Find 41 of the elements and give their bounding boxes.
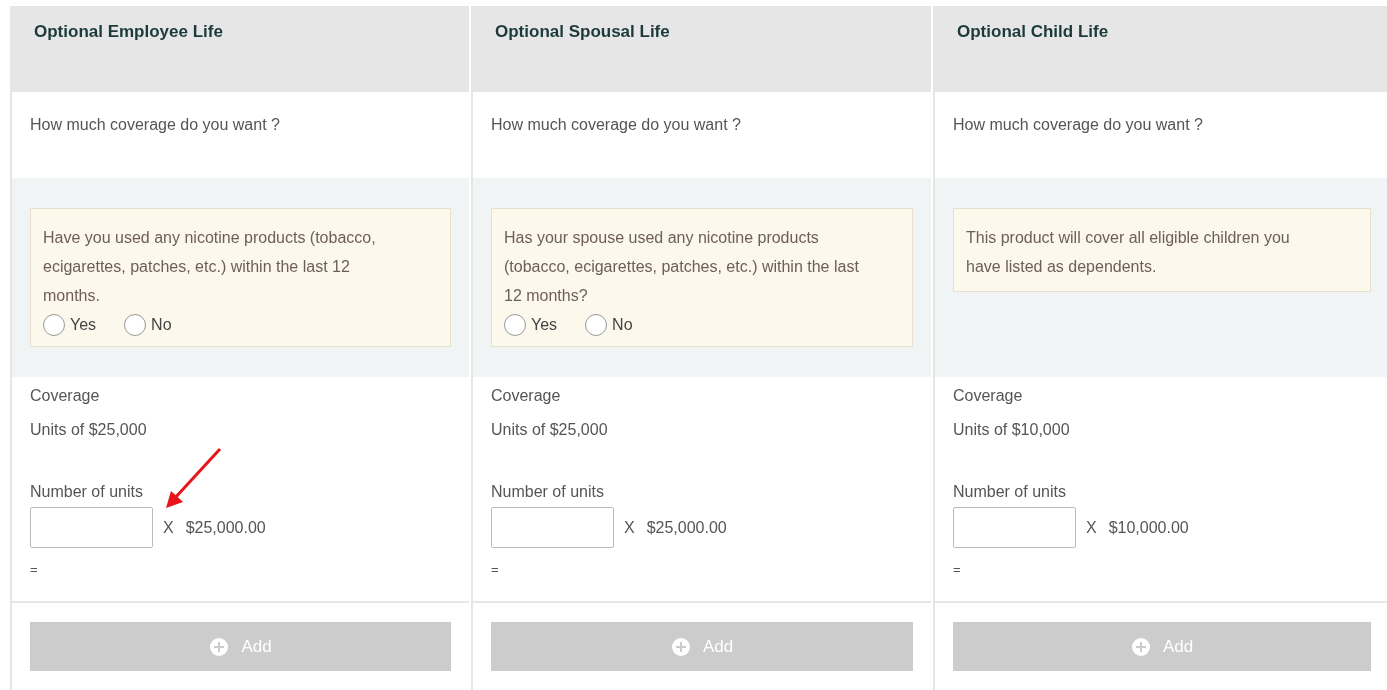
question-text: How much coverage do you want ? <box>30 116 280 133</box>
radio-option[interactable]: No <box>585 314 633 336</box>
question-text: How much coverage do you want ? <box>491 116 741 133</box>
notice-text: Has your spouse used any nicotine products (tobacco, ecigarettes, patches, etc.) within the last 12 months? <box>504 228 860 306</box>
notice-text: Have you used any nicotine products (tobacco, ecigarettes, patches, etc.) within the last 12 months. <box>43 228 377 306</box>
radio-button[interactable] <box>124 314 147 336</box>
units-input[interactable] <box>491 507 614 548</box>
coverage-label: Coverage <box>953 387 1023 405</box>
question-text: How much coverage do you want ? <box>953 116 1203 133</box>
plus-circle-icon <box>1130 636 1151 657</box>
field-label: Number of units <box>953 483 1066 501</box>
column-title: Optional Employee Life <box>34 22 223 41</box>
unit-amount: $25,000.00 <box>185 518 266 537</box>
field-label: Number of units <box>30 483 143 501</box>
equals-sign: = <box>491 562 499 577</box>
multiply-sign: X <box>163 518 174 537</box>
radio-option[interactable]: No <box>124 314 172 336</box>
equals-sign: = <box>30 562 38 577</box>
units-label: Units of $10,000 <box>953 421 1070 439</box>
units-label: Units of $25,000 <box>30 421 147 439</box>
units-input[interactable] <box>953 507 1076 548</box>
multiply-sign: X <box>624 518 635 537</box>
units-input[interactable] <box>30 507 153 548</box>
multiply-sign: X <box>1086 518 1097 537</box>
radio-button[interactable] <box>504 314 526 336</box>
radio-button[interactable] <box>43 314 65 336</box>
notice-text: This product will cover all eligible children you have listed as dependents. <box>966 228 1291 277</box>
unit-amount: $25,000.00 <box>646 518 727 537</box>
radio-option[interactable]: Yes <box>504 314 558 336</box>
plus-circle-icon <box>670 636 691 657</box>
column-title: Optional Spousal Life <box>495 22 670 41</box>
field-label: Number of units <box>491 483 604 501</box>
unit-amount: $10,000.00 <box>1108 518 1189 537</box>
column-title: Optional Child Life <box>957 22 1109 41</box>
units-label: Units of $25,000 <box>491 421 608 439</box>
equals-sign: = <box>953 562 961 577</box>
radio-option[interactable]: Yes <box>43 314 97 336</box>
coverage-label: Coverage <box>491 387 561 405</box>
radio-button[interactable] <box>585 314 608 336</box>
coverage-label: Coverage <box>30 387 100 405</box>
plus-circle-icon <box>209 636 230 657</box>
